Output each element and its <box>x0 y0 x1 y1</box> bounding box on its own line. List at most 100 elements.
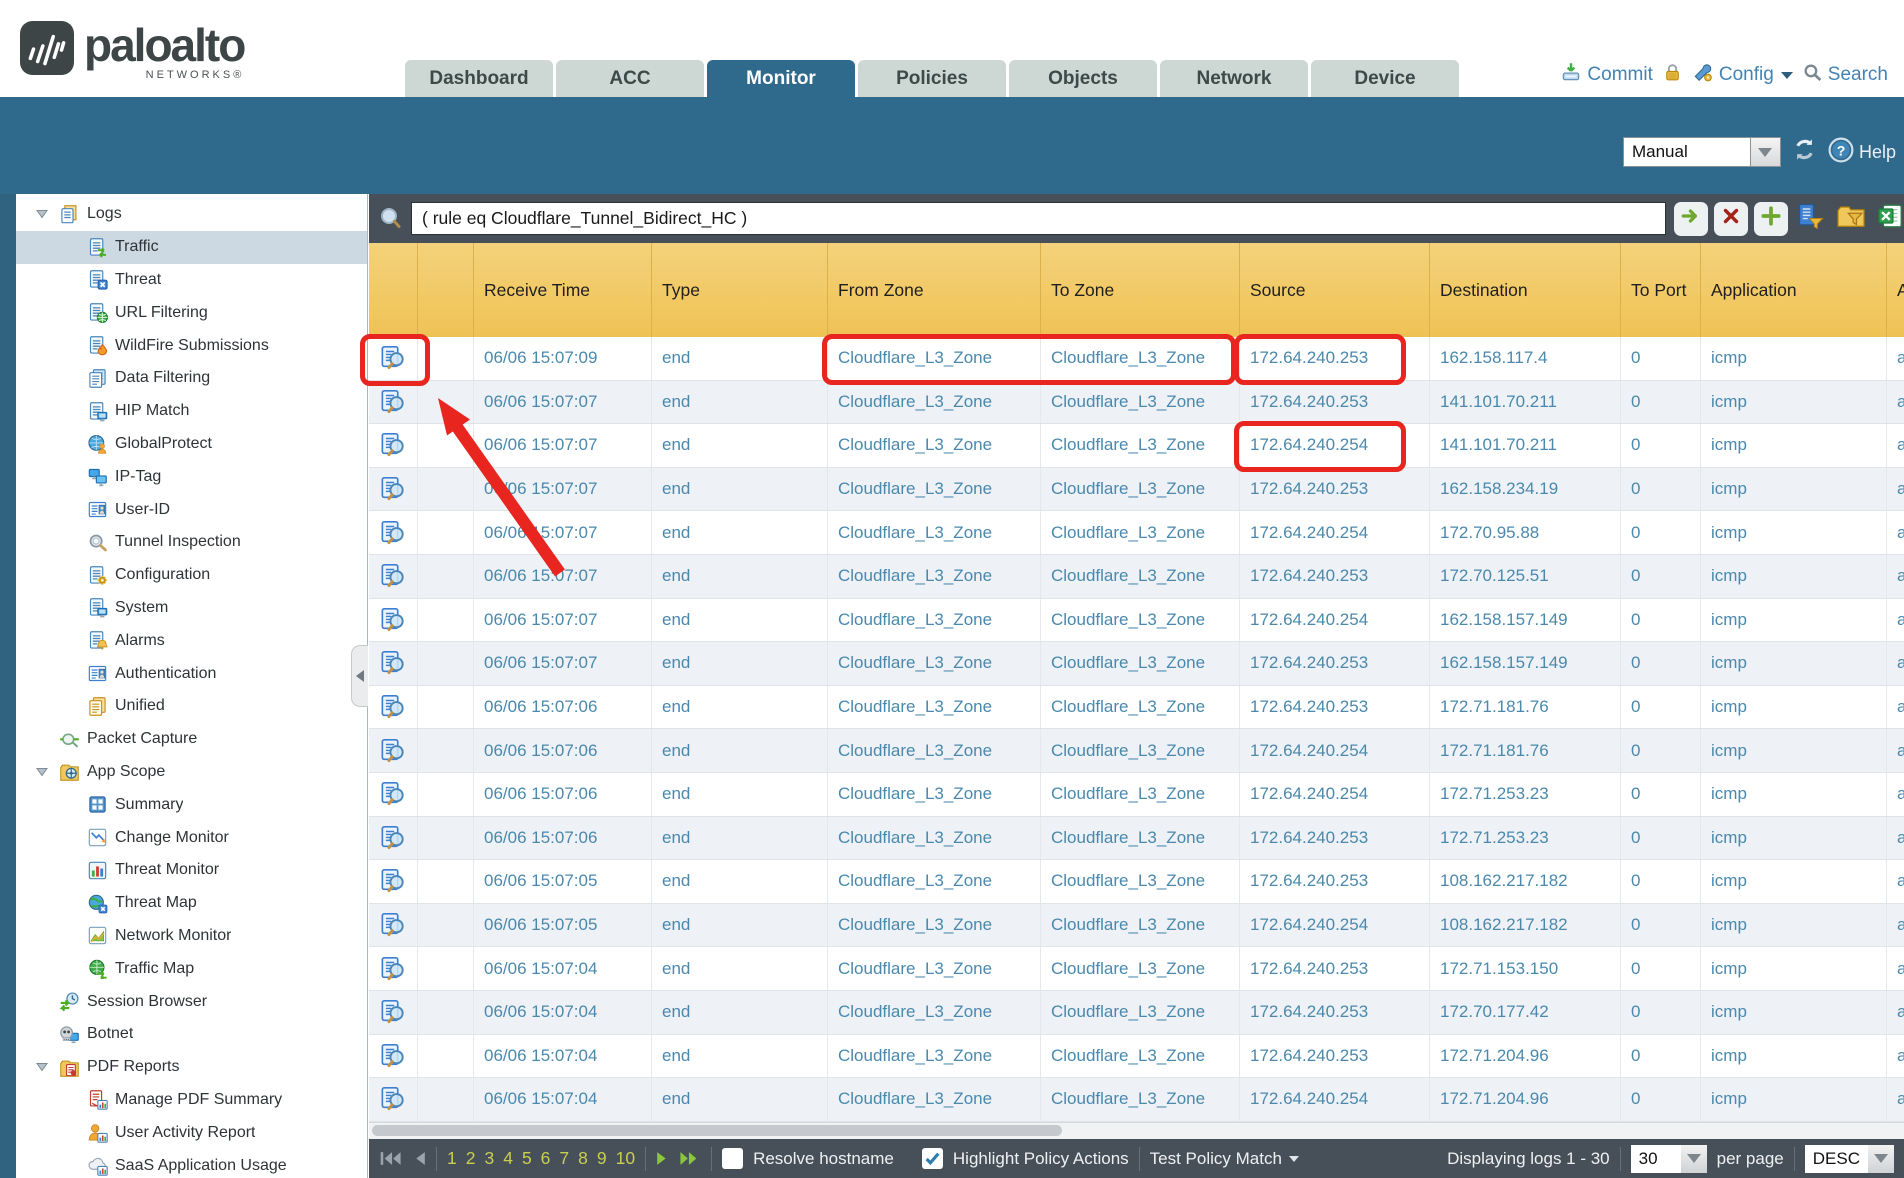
cell-detail[interactable] <box>369 904 418 947</box>
cell-receive-time[interactable]: 06/06 15:07:07 <box>474 381 652 424</box>
highlight-policy-checkbox[interactable] <box>922 1148 943 1169</box>
cell-type[interactable]: end <box>652 729 828 772</box>
cell-action[interactable]: a <box>1887 729 1904 772</box>
cell-receive-time[interactable]: 06/06 15:07:06 <box>474 773 652 816</box>
tab-acc[interactable]: ACC <box>556 60 704 97</box>
help-button[interactable]: ? Help <box>1828 137 1896 168</box>
cell-destination[interactable]: 172.70.95.88 <box>1430 511 1621 554</box>
commit-button[interactable]: Commit <box>1560 61 1652 89</box>
cell-from-zone[interactable]: Cloudflare_L3_Zone <box>828 947 1041 990</box>
horizontal-scrollbar[interactable] <box>369 1122 1904 1139</box>
sidebar-item-hip-match[interactable]: HIP Match <box>16 395 367 428</box>
cell-to-port[interactable]: 0 <box>1621 729 1701 772</box>
cell-from-zone[interactable]: Cloudflare_L3_Zone <box>828 686 1041 729</box>
column-source[interactable]: Source <box>1240 243 1430 337</box>
tab-device[interactable]: Device <box>1311 60 1459 97</box>
cell-to-zone[interactable]: Cloudflare_L3_Zone <box>1041 599 1240 642</box>
search-button[interactable]: Search <box>1802 62 1888 89</box>
table-row[interactable]: 06/06 15:07:05endCloudflare_L3_ZoneCloud… <box>369 860 1904 904</box>
sidebar-item-threat-map[interactable]: Threat Map <box>16 887 367 920</box>
log-detail-icon[interactable] <box>380 389 406 415</box>
cell-source[interactable]: 172.64.240.254 <box>1240 424 1430 467</box>
cell-from-zone[interactable]: Cloudflare_L3_Zone <box>828 555 1041 598</box>
cell-type[interactable]: end <box>652 904 828 947</box>
cell-from-zone[interactable]: Cloudflare_L3_Zone <box>828 1078 1041 1121</box>
log-detail-icon[interactable] <box>380 999 406 1025</box>
cell-from-zone[interactable]: Cloudflare_L3_Zone <box>828 642 1041 685</box>
scrollbar-thumb[interactable] <box>372 1125 1062 1136</box>
cell-to-zone[interactable]: Cloudflare_L3_Zone <box>1041 1035 1240 1078</box>
cell-detail[interactable] <box>369 773 418 816</box>
log-detail-icon[interactable] <box>380 520 406 546</box>
expander-icon[interactable] <box>36 1062 58 1072</box>
cell-source[interactable]: 172.64.240.253 <box>1240 381 1430 424</box>
column-receive-time[interactable]: Receive Time <box>474 243 652 337</box>
cell-to-port[interactable]: 0 <box>1621 337 1701 380</box>
cell-type[interactable]: end <box>652 642 828 685</box>
cell-destination[interactable]: 162.158.234.19 <box>1430 468 1621 511</box>
table-row[interactable]: 06/06 15:07:07endCloudflare_L3_ZoneCloud… <box>369 511 1904 555</box>
cell-receive-time[interactable]: 06/06 15:07:06 <box>474 686 652 729</box>
page-number[interactable]: 8 <box>578 1148 588 1169</box>
column-application[interactable]: Application <box>1701 243 1887 337</box>
cell-detail[interactable] <box>369 1035 418 1078</box>
log-detail-icon[interactable] <box>380 825 406 851</box>
cell-type[interactable]: end <box>652 860 828 903</box>
filter-query-input[interactable] <box>411 202 1666 235</box>
cell-destination[interactable]: 141.101.70.211 <box>1430 424 1621 467</box>
sidebar-item-botnet[interactable]: Botnet <box>16 1018 367 1051</box>
table-row[interactable]: 06/06 15:07:04endCloudflare_L3_ZoneCloud… <box>369 947 1904 991</box>
cell-receive-time[interactable]: 06/06 15:07:07 <box>474 468 652 511</box>
next-page-button[interactable] <box>656 1150 669 1167</box>
cell-destination[interactable]: 172.71.253.23 <box>1430 817 1621 860</box>
sort-order-select[interactable]: DESC <box>1805 1145 1894 1173</box>
cell-receive-time[interactable]: 06/06 15:07:05 <box>474 860 652 903</box>
cell-action[interactable]: a <box>1887 817 1904 860</box>
cell-application[interactable]: icmp <box>1701 773 1887 816</box>
cell-detail[interactable] <box>369 817 418 860</box>
cell-from-zone[interactable]: Cloudflare_L3_Zone <box>828 729 1041 772</box>
cell-destination[interactable]: 172.71.253.23 <box>1430 773 1621 816</box>
cell-to-zone[interactable]: Cloudflare_L3_Zone <box>1041 773 1240 816</box>
cell-to-port[interactable]: 0 <box>1621 381 1701 424</box>
cell-source[interactable]: 172.64.240.253 <box>1240 555 1430 598</box>
table-row[interactable]: 06/06 15:07:07endCloudflare_L3_ZoneCloud… <box>369 424 1904 468</box>
cell-type[interactable]: end <box>652 686 828 729</box>
cell-destination[interactable]: 172.71.204.96 <box>1430 1035 1621 1078</box>
refresh-icon[interactable] <box>1791 136 1818 168</box>
cell-source[interactable]: 172.64.240.254 <box>1240 511 1430 554</box>
cell-application[interactable]: icmp <box>1701 381 1887 424</box>
cell-from-zone[interactable]: Cloudflare_L3_Zone <box>828 860 1041 903</box>
sidebar-item-traffic-map[interactable]: Traffic Map <box>16 952 367 985</box>
cell-from-zone[interactable]: Cloudflare_L3_Zone <box>828 424 1041 467</box>
log-detail-icon[interactable] <box>380 563 406 589</box>
cell-type[interactable]: end <box>652 1078 828 1121</box>
cell-to-zone[interactable]: Cloudflare_L3_Zone <box>1041 381 1240 424</box>
add-filter-button[interactable] <box>1754 202 1788 236</box>
cell-application[interactable]: icmp <box>1701 817 1887 860</box>
column-type[interactable]: Type <box>652 243 828 337</box>
cell-action[interactable]: a <box>1887 599 1904 642</box>
cell-from-zone[interactable]: Cloudflare_L3_Zone <box>828 904 1041 947</box>
cell-from-zone[interactable]: Cloudflare_L3_Zone <box>828 599 1041 642</box>
cell-detail[interactable] <box>369 860 418 903</box>
cell-destination[interactable]: 172.70.125.51 <box>1430 555 1621 598</box>
sidebar-item-ip-tag[interactable]: IP-Tag <box>16 460 367 493</box>
cell-from-zone[interactable]: Cloudflare_L3_Zone <box>828 1035 1041 1078</box>
sidebar-collapse-handle[interactable] <box>351 645 368 707</box>
page-number[interactable]: 1 <box>447 1148 457 1169</box>
cell-source[interactable]: 172.64.240.254 <box>1240 904 1430 947</box>
sidebar-item-threat-monitor[interactable]: Threat Monitor <box>16 854 367 887</box>
cell-to-zone[interactable]: Cloudflare_L3_Zone <box>1041 991 1240 1034</box>
cell-detail[interactable] <box>369 947 418 990</box>
cell-action[interactable]: a <box>1887 424 1904 467</box>
cell-type[interactable]: end <box>652 947 828 990</box>
sidebar-item-data-filtering[interactable]: Data Filtering <box>16 362 367 395</box>
cell-source[interactable]: 172.64.240.253 <box>1240 817 1430 860</box>
cell-destination[interactable]: 172.71.153.150 <box>1430 947 1621 990</box>
cell-to-zone[interactable]: Cloudflare_L3_Zone <box>1041 555 1240 598</box>
tab-monitor[interactable]: Monitor <box>707 60 855 97</box>
tab-objects[interactable]: Objects <box>1009 60 1157 97</box>
config-button[interactable]: Config <box>1692 61 1793 89</box>
cell-source[interactable]: 172.64.240.254 <box>1240 599 1430 642</box>
